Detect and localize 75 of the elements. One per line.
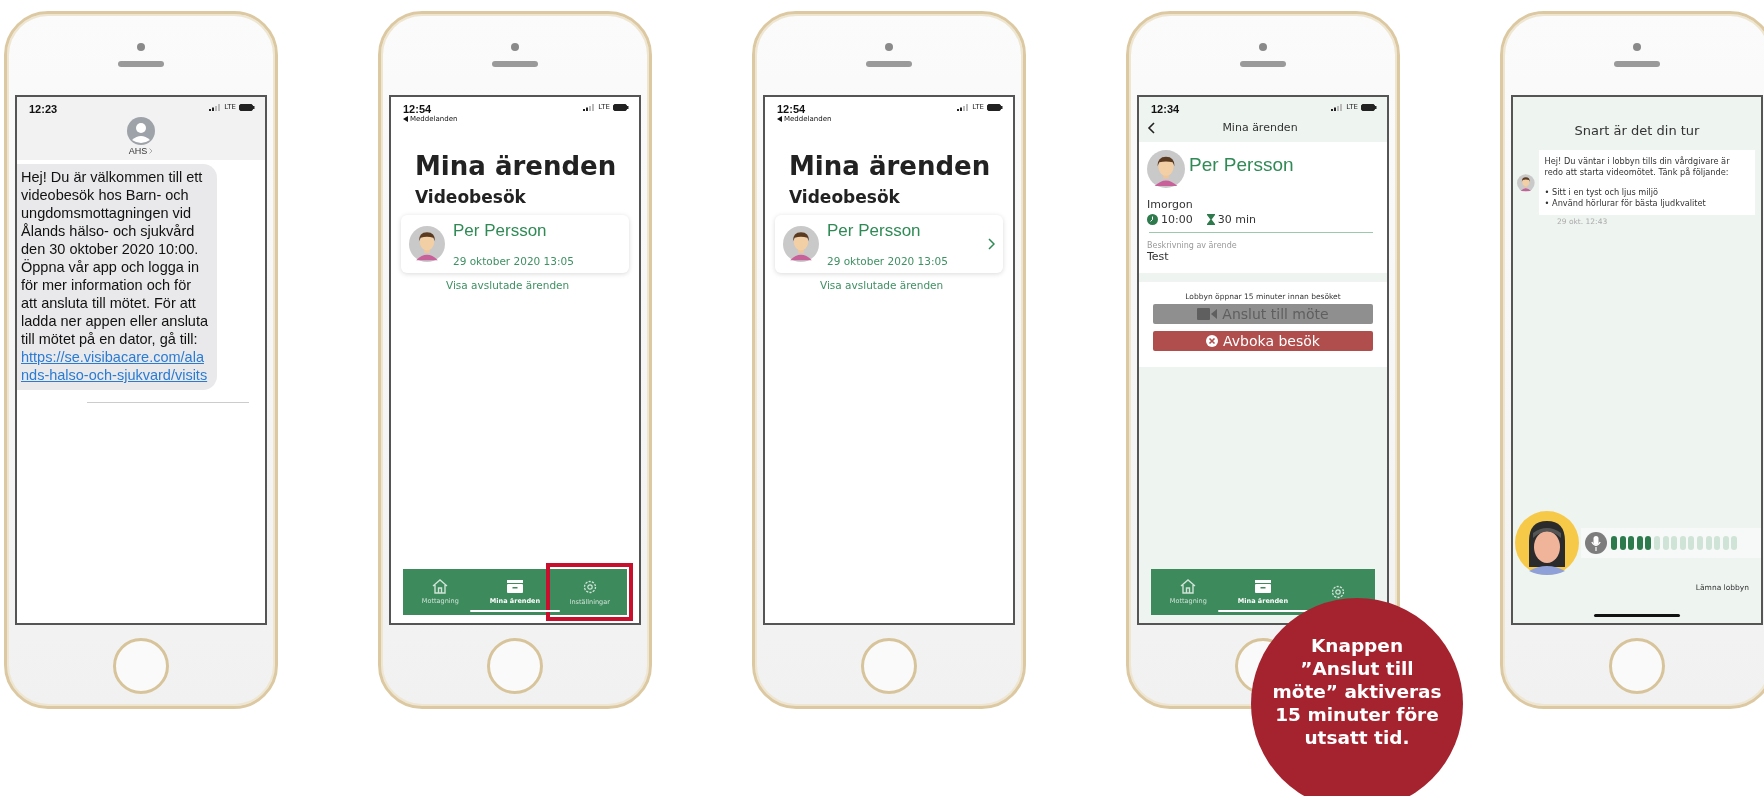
description-text: Test	[1147, 250, 1170, 265]
home-button[interactable]	[861, 637, 917, 694]
contact-avatar-icon	[127, 117, 155, 145]
person-name: Per Persson	[453, 221, 548, 241]
signal-icon	[957, 103, 970, 111]
signal-icon	[209, 103, 222, 111]
avatar-icon	[409, 226, 445, 262]
visit-day: Imorgon	[1147, 198, 1377, 211]
microphone-icon	[1585, 532, 1607, 554]
front-camera	[511, 42, 519, 51]
chevron-icon	[149, 148, 154, 154]
settings-icon	[1329, 584, 1346, 600]
avatar-icon	[1515, 511, 1579, 575]
case-card[interactable]: Per Persson 29 oktober 2020 13:05	[401, 215, 629, 273]
lobby-message: Hej! Du väntar i lobbyn tills din vårdgivare är redo att starta videomötet. Tänk på följande:	[1544, 156, 1731, 178]
field-label: Beskrivning av ärende	[1147, 241, 1238, 250]
case-date: 29 oktober 2020 13:05	[453, 255, 575, 267]
speaker-grille	[1240, 60, 1286, 67]
video-camera-icon	[1197, 308, 1218, 320]
tip-item: • Använd hörlurar för bästa ljudkvalitet	[1544, 198, 1707, 209]
home-button[interactable]	[1609, 637, 1665, 694]
battery-icon	[1361, 103, 1377, 111]
visit-time: 10:00	[1161, 213, 1193, 226]
cancel-icon	[1206, 335, 1219, 347]
chevron-icon	[988, 238, 995, 250]
signal-icon	[583, 103, 596, 111]
settings-icon	[581, 578, 598, 595]
status-time: 12:23	[29, 103, 58, 115]
sms-message: Hej! Du är välkommen till ett videobesök hos Barn- och ungdomsmottagningen vid Ålands hälso- och sjukvård den 30 oktober 2020 10:00. Öppna vår app och logga in för mer information och för att ansluta till mötet. För att ladda ner appen eller ansluta till mötet på en dator, gå till:	[21, 169, 209, 347]
clock-icon	[1147, 214, 1158, 225]
signal-icon	[1331, 103, 1344, 111]
avatar-icon	[1147, 150, 1185, 188]
speaker-grille	[866, 60, 912, 67]
status-time: 12:34	[1151, 103, 1180, 115]
case-card[interactable]: Per Persson 29 oktober 2020 13:05	[775, 215, 1003, 273]
speaker-grille	[118, 60, 164, 67]
back-icon[interactable]	[1147, 121, 1155, 134]
callout-text: Knappen ”Anslut till möte” aktiveras 15 minuter före utsatt tid.	[1271, 634, 1443, 750]
front-camera	[885, 42, 893, 51]
home-button[interactable]	[113, 637, 169, 694]
speaker-grille	[492, 60, 538, 67]
case-date: 29 oktober 2020 13:05	[827, 255, 949, 267]
closed-cases-link[interactable]: Visa avslutade ärenden	[446, 279, 639, 291]
inbox-icon	[1254, 579, 1272, 594]
cancel-button[interactable]: Avboka besök	[1153, 331, 1373, 351]
tip-item: • Sitt i en tyst och ljus miljö	[1544, 187, 1660, 198]
message-link[interactable]: https://se.visibacare.com/alands-halso-och-sjukvard/visits	[21, 348, 211, 384]
status-time: 12:54	[403, 103, 433, 115]
home-button[interactable]	[487, 637, 543, 694]
section-title: Videobesök	[415, 187, 527, 207]
front-camera	[137, 42, 145, 51]
status-time: 12:54	[777, 103, 807, 115]
person-name: Per Persson	[827, 221, 922, 241]
speaker-grille	[1614, 60, 1660, 67]
front-camera	[1259, 42, 1267, 51]
contact-name[interactable]: AHS	[128, 146, 148, 156]
hourglass-icon	[1206, 214, 1215, 225]
nav-title: Mina ärenden	[1221, 121, 1299, 134]
closed-cases-link[interactable]: Visa avslutade ärenden	[820, 279, 1013, 291]
visit-duration: 30 min	[1217, 213, 1256, 226]
back-arrow-icon	[777, 116, 782, 122]
front-camera	[1633, 42, 1641, 51]
battery-icon	[239, 103, 255, 111]
battery-icon	[987, 103, 1003, 111]
avatar-icon	[783, 226, 819, 262]
back-arrow-icon	[403, 116, 408, 122]
battery-icon	[613, 103, 629, 111]
lobby-title: Snart är det din tur	[1573, 123, 1701, 138]
inbox-icon	[506, 579, 524, 594]
page-title: Mina ärenden	[415, 151, 618, 181]
home-icon	[1180, 579, 1197, 594]
section-title: Videobesök	[789, 187, 901, 207]
person-name: Per Persson	[1189, 154, 1294, 176]
home-icon	[432, 579, 449, 594]
page-title: Mina ärenden	[789, 151, 992, 181]
